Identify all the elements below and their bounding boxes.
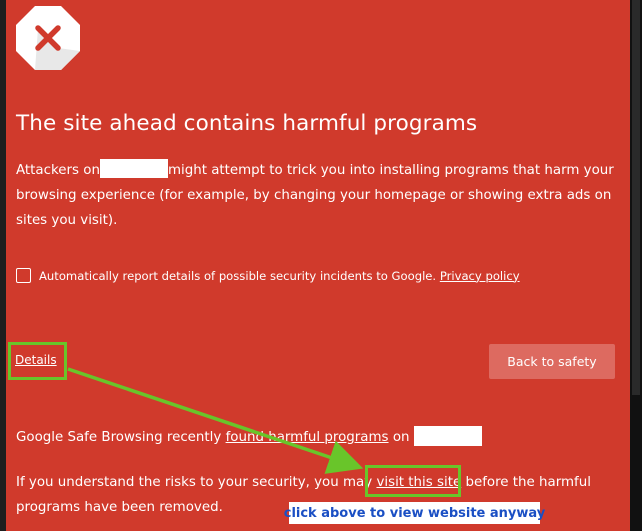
scrollbar[interactable] xyxy=(630,0,642,531)
interstitial-panel: The site ahead contains harmful programs… xyxy=(6,0,630,531)
annotation-caption: click above to view website anyway xyxy=(284,502,545,524)
scrollbar-thumb[interactable] xyxy=(632,0,640,395)
annotation-arrow xyxy=(67,367,364,474)
